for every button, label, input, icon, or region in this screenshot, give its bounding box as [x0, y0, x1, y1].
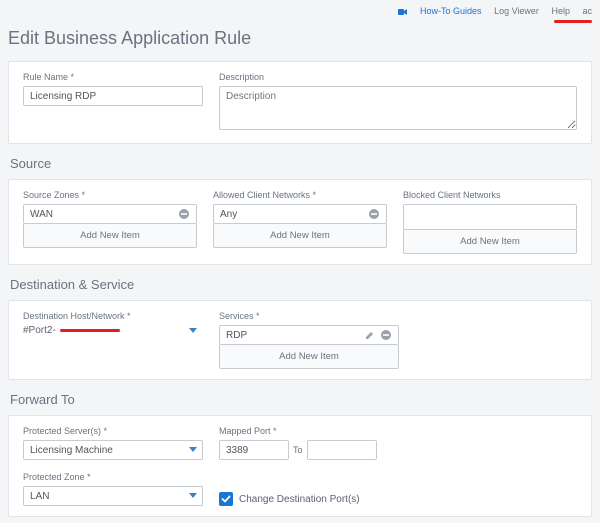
allowed-networks-box[interactable]: Any [213, 204, 387, 224]
destination-section-title: Destination & Service [10, 277, 592, 292]
source-section-title: Source [10, 156, 592, 171]
source-zone-item-label: WAN [30, 209, 53, 220]
mapped-port-from-input[interactable] [219, 440, 289, 460]
redaction-mark [554, 20, 592, 23]
change-destination-checkbox[interactable] [219, 492, 233, 506]
forward-section-title: Forward To [10, 392, 592, 407]
description-textarea[interactable] [219, 86, 577, 130]
mapped-port-to-label: To [293, 445, 303, 455]
forward-panel: Protected Server(s) * Mapped Port * To P… [8, 415, 592, 517]
protected-zone-select[interactable] [23, 486, 203, 506]
rule-name-input[interactable] [23, 86, 203, 106]
howto-guides-link[interactable]: How-To Guides [388, 6, 484, 16]
blocked-networks-label: Blocked Client Networks [403, 190, 577, 200]
allowed-networks-add-button[interactable]: Add New Item [213, 224, 387, 248]
destination-host-label: Destination Host/Network * [23, 311, 203, 321]
page-title: Edit Business Application Rule [8, 28, 592, 49]
allowed-network-item[interactable]: Any [214, 205, 386, 223]
source-panel: Source Zones * WAN Add New Item Allowed … [8, 179, 592, 265]
destination-host-value: #Port2- [23, 325, 56, 336]
help-link[interactable]: Help [551, 6, 570, 16]
rule-panel: Rule Name * Description [8, 61, 592, 144]
services-label: Services * [219, 311, 399, 321]
protected-server-select[interactable] [23, 440, 203, 460]
services-add-button[interactable]: Add New Item [219, 345, 399, 369]
blocked-networks-add-button[interactable]: Add New Item [403, 230, 577, 254]
protected-zone-label: Protected Zone * [23, 472, 203, 482]
remove-icon[interactable] [380, 329, 392, 341]
description-label: Description [219, 72, 577, 82]
service-item[interactable]: RDP [220, 326, 398, 344]
source-zones-box[interactable]: WAN [23, 204, 197, 224]
source-zone-item[interactable]: WAN [24, 205, 196, 223]
source-zones-add-button[interactable]: Add New Item [23, 224, 197, 248]
destination-host-select[interactable]: #Port2- [23, 325, 203, 336]
top-links: How-To Guides Log Viewer Help ac [8, 6, 592, 26]
change-destination-checkbox-row: Change Destination Port(s) [219, 492, 360, 506]
mapped-port-label: Mapped Port * [219, 426, 577, 436]
allowed-network-item-label: Any [220, 209, 237, 220]
log-viewer-link[interactable]: Log Viewer [494, 6, 539, 16]
remove-icon[interactable] [368, 208, 380, 220]
change-destination-label: Change Destination Port(s) [239, 494, 360, 505]
remove-icon[interactable] [178, 208, 190, 220]
account-link[interactable]: ac [582, 6, 592, 16]
services-box[interactable]: RDP [219, 325, 399, 345]
redaction-mark [60, 329, 120, 332]
destination-panel: Destination Host/Network * #Port2- Servi… [8, 300, 592, 380]
service-item-label: RDP [226, 330, 247, 341]
rule-name-label: Rule Name * [23, 72, 203, 82]
edit-icon[interactable] [364, 329, 376, 341]
mapped-port-to-input[interactable] [307, 440, 377, 460]
camera-icon [398, 6, 410, 16]
source-zones-label: Source Zones * [23, 190, 197, 200]
allowed-networks-label: Allowed Client Networks * [213, 190, 387, 200]
protected-server-label: Protected Server(s) * [23, 426, 203, 436]
blocked-networks-box[interactable] [403, 204, 577, 230]
